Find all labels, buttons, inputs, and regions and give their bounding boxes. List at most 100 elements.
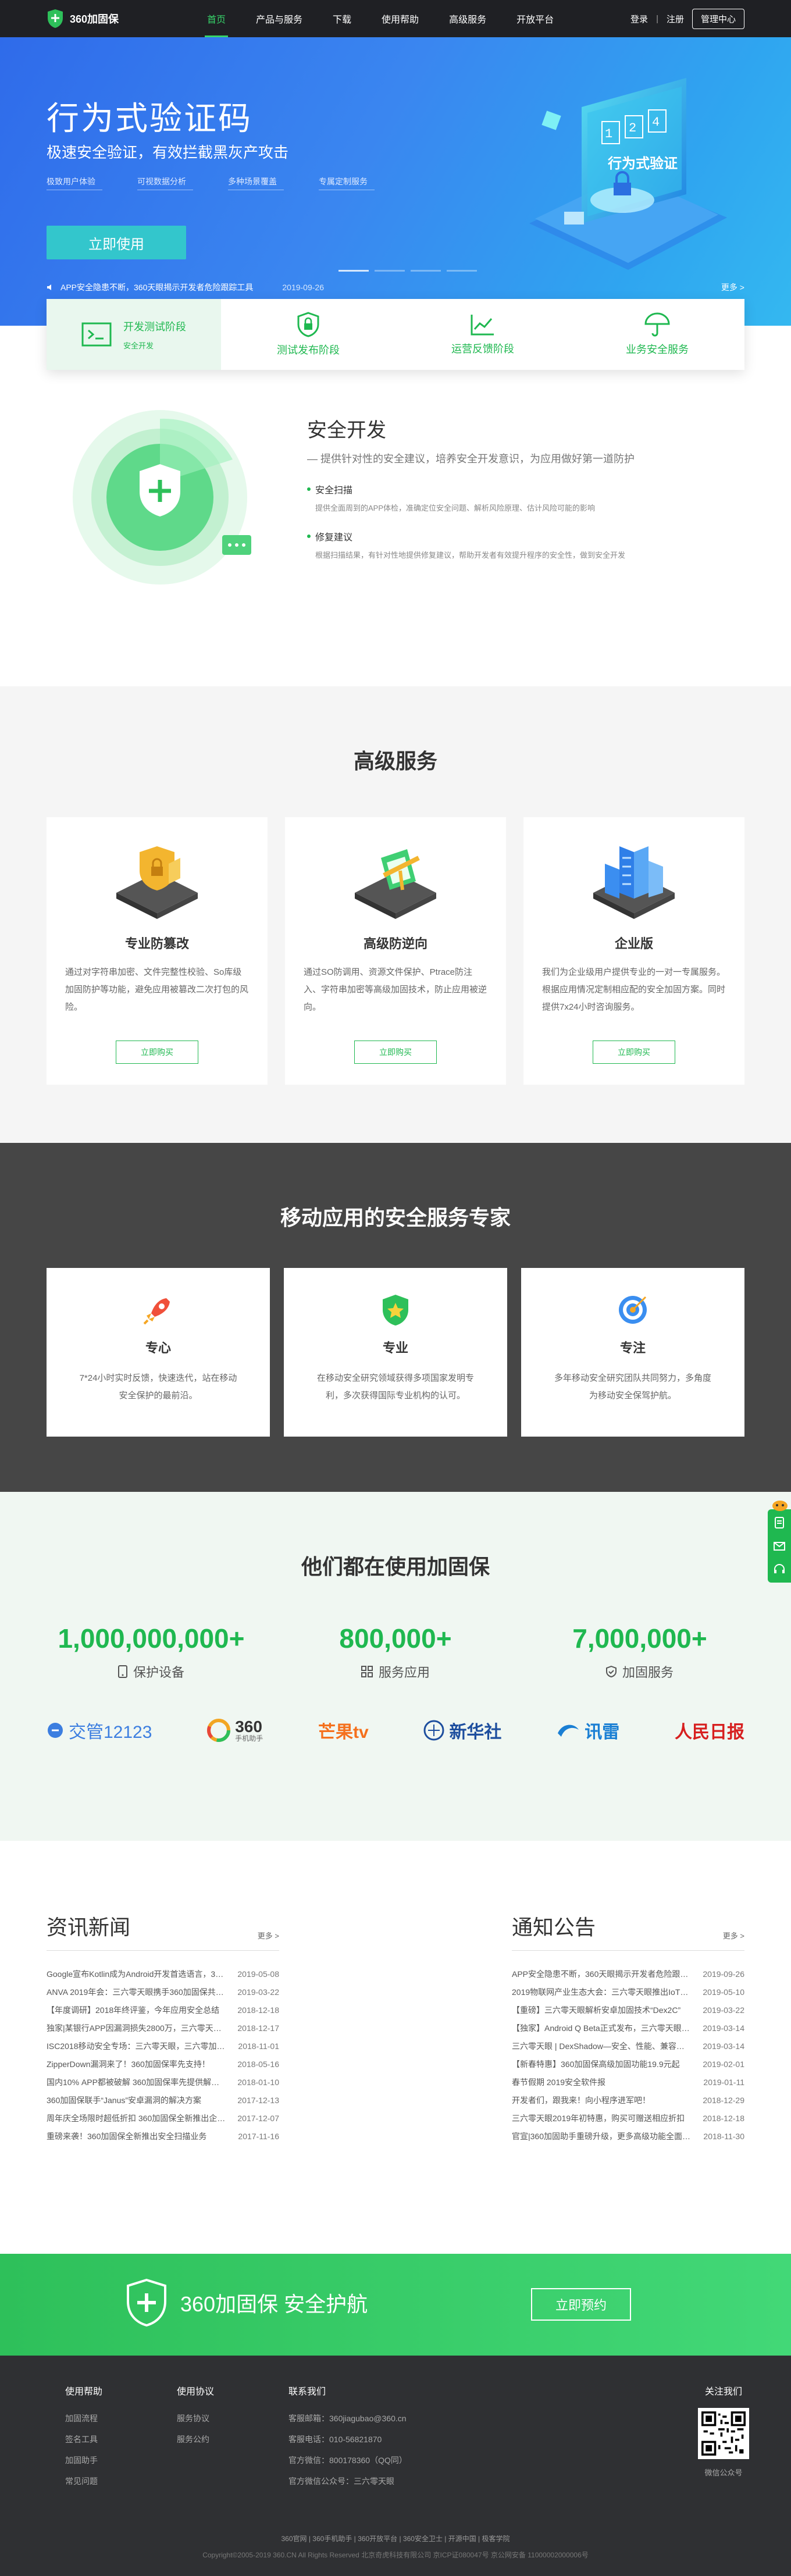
buy-button[interactable]: 立即购买 <box>593 1041 675 1064</box>
news-item[interactable]: 周年庆全场限时超低折扣 360加固保全新推出企业版 2017-12-07 <box>47 2109 279 2127</box>
notices-item-date: 2019-02-01 <box>703 2059 744 2069</box>
nav-download[interactable]: 下载 <box>318 0 366 37</box>
nav-open-platform[interactable]: 开放平台 <box>501 0 569 37</box>
partner-logo: 360 手机助手 <box>207 1713 263 1748</box>
notice-more-link[interactable]: 更多 > <box>723 1930 744 1941</box>
360-logo-icon <box>207 1719 231 1742</box>
footer-heading: 使用帮助 <box>65 2387 103 2397</box>
notices-item[interactable]: 【重磅】三六零天眼解析安卓加固技术“Dex2C” 2019-03-22 <box>512 2001 744 2019</box>
notice-text: APP安全隐患不断，360天眼揭示开发者危险跟踪工具 <box>60 283 254 292</box>
notices-item[interactable]: 开发者们，跟我来！向小程序进军吧！ 2018-12-29 <box>512 2091 744 2109</box>
headset-icon[interactable] <box>773 1563 786 1576</box>
news-item[interactable]: 【年度调研】2018年终评鉴，今年应用安全总结 2018-12-18 <box>47 2001 279 2019</box>
card-title: 专心 <box>145 1341 171 1355</box>
card-title: 专业 <box>382 1341 408 1355</box>
notices-item-date: 2018-12-29 <box>703 2095 744 2105</box>
hero-notice[interactable]: APP安全隐患不断，360天眼揭示开发者危险跟踪工具 2019-09-26 <box>47 282 324 293</box>
reserve-button[interactable]: 立即预约 <box>531 2288 631 2321</box>
partner-logo: 讯雷 <box>557 1713 619 1748</box>
register-link[interactable]: 注册 <box>667 13 684 25</box>
news-item[interactable]: 重磅来袭！360加固保全新推出安全扫描业务 2017-11-16 <box>47 2127 279 2145</box>
carousel-dot[interactable] <box>447 270 477 272</box>
notices-item[interactable]: 三六零天眼 | DexShadow—安全、性能、兼容的加固方案 2019-03-1… <box>512 2037 744 2055</box>
notices-item[interactable]: 官宣|360加固助手重磅升级，更多高级功能全面开放 2018-11-30 <box>512 2127 744 2145</box>
login-link[interactable]: 登录 <box>630 13 648 25</box>
logo[interactable]: 360加固保 <box>47 9 151 28</box>
footer-link[interactable]: 加固助手 <box>65 2450 102 2471</box>
hero-cta-button[interactable]: 立即使用 <box>47 226 186 259</box>
value-card: 专心 7*24小时实时反馈，快速迭代，站在移动安全保护的最前沿。 <box>47 1268 270 1437</box>
screen-text: 行为式验证 <box>607 155 678 172</box>
hero-subtitle: 极速安全验证，有效拦截黑灰产攻击 <box>47 144 289 161</box>
notice-list: APP安全隐患不断，360天眼揭示开发者危险跟踪工具 2019-09-26 2019… <box>512 1965 744 2145</box>
carousel-dot[interactable] <box>411 270 441 272</box>
news-item-date: 2018-12-18 <box>237 2005 279 2015</box>
footer-heading: 联系我们 <box>288 2387 326 2397</box>
news-item[interactable]: ISC2018移动安全专场：三六零天眼，三六零加固保 2018-11-01 <box>47 2037 279 2055</box>
notices-item[interactable]: 三六零天眼2019年初特惠，购买可赠送相应折扣 2018-12-18 <box>512 2109 744 2127</box>
news-item[interactable]: ANVA 2019年会：三六零天眼携手360加固保共建移动应用生态 2019-03… <box>47 1983 279 2001</box>
tab-test-release[interactable]: 测试发布阶段 <box>221 299 396 370</box>
footer-column: 联系我们 客服邮箱：360jiagubao@360.cn 客服电话：010-56… <box>288 2383 407 2492</box>
shield-check-icon <box>605 1666 617 1677</box>
stat-number: 800,000+ <box>339 1623 452 1654</box>
footer-link[interactable]: 常见问题 <box>65 2471 102 2492</box>
phone-icon <box>117 1665 127 1678</box>
tab-operations[interactable]: 运营反馈阶段 <box>396 299 570 370</box>
stat-item: 1,000,000,000+ 保护设备 <box>29 1623 273 1681</box>
notices-item-date: 2019-05-10 <box>703 1987 744 1997</box>
tab-label: 业务安全服务 <box>626 344 689 355</box>
buy-button[interactable]: 立即购买 <box>354 1041 437 1064</box>
document-icon[interactable] <box>773 1516 786 1529</box>
stat-number: 7,000,000+ <box>572 1623 707 1654</box>
notices-item[interactable]: 【独家】Android Q Beta正式发布，三六零天眼分析 2019-03-14 <box>512 2019 744 2037</box>
notices-item-date: 2018-11-30 <box>703 2131 744 2141</box>
news-item-date: 2018-05-16 <box>237 2059 279 2069</box>
hero-feature: 可视数据分析 <box>137 176 193 190</box>
tab-dev-test[interactable]: 开发测试阶段 安全开发 <box>47 299 221 370</box>
section-title: 移动应用的安全服务专家 <box>280 1206 511 1230</box>
notices-item[interactable]: 春节假期 2019安全软件报 2019-01-11 <box>512 2073 744 2091</box>
footer-link[interactable]: 服务公约 <box>177 2429 214 2450</box>
header-user: 登录 | 注册 管理中心 <box>630 8 744 29</box>
tab-business-security[interactable]: 业务安全服务 <box>570 299 744 370</box>
stat-label: 加固服务 <box>622 1665 674 1680</box>
news-item[interactable]: 独家|某银行APP因漏洞损失2800万，三六零天眼科普 2018-12-17 <box>47 2019 279 2037</box>
nav-advanced[interactable]: 高级服务 <box>434 0 501 37</box>
footer-link[interactable]: 加固流程 <box>65 2408 102 2429</box>
carousel-dots <box>339 270 477 272</box>
carousel-dot[interactable] <box>375 270 405 272</box>
separator: | <box>656 13 658 24</box>
hero-banner: 行为式验证码 极速安全验证，有效拦截黑灰产攻击 极致用户体验 可视数据分析 多种… <box>0 37 791 326</box>
expert-section: 移动应用的安全服务专家 专心 7*24小时实时反馈，快速迭代，站在移动安全保护的… <box>0 1143 791 1492</box>
section-title: 安全开发 <box>307 419 386 441</box>
notices-item[interactable]: APP安全隐患不断，360天眼揭示开发者危险跟踪工具 2019-09-26 <box>512 1965 744 1983</box>
anti-reverse-illustration <box>355 849 436 919</box>
service-card: 企业版 我们为企业级用户提供专业的一对一专属服务。根据应用情况定制相应配的安全加… <box>523 817 744 1085</box>
umbrella-icon <box>644 312 670 337</box>
news-item[interactable]: 国内10% APP都被破解 360加固保率先提供解决方案 2018-01-10 <box>47 2073 279 2091</box>
tab-subtitle: 安全开发 <box>123 341 154 350</box>
partner-logo: 新华社 <box>423 1713 501 1748</box>
card-desc: 多年移动安全研究团队共同努力，多角度为移动安全保驾护航。 <box>554 1373 711 1401</box>
console-button[interactable]: 管理中心 <box>692 8 744 29</box>
footer-link[interactable]: 签名工具 <box>65 2429 102 2450</box>
nav-products[interactable]: 产品与服务 <box>241 0 318 37</box>
notices-item[interactable]: 2019物联网产业生态大会：三六零天眼推出IoT安全 2019-05-10 <box>512 1983 744 2001</box>
news-more-link[interactable]: 更多 > <box>258 1930 279 1941</box>
news-item[interactable]: ZipperDown漏洞来了！360加固保率先支持！ 2018-05-16 <box>47 2055 279 2073</box>
mail-icon[interactable] <box>773 1540 786 1552</box>
nav-home[interactable]: 首页 <box>192 0 241 37</box>
footer-link[interactable]: 服务协议 <box>177 2408 214 2429</box>
carousel-dot[interactable] <box>339 270 369 272</box>
news-item[interactable]: 360加固保联手“Janus”安卓漏洞的解决方案 2017-12-13 <box>47 2091 279 2109</box>
notices-item[interactable]: 【新春特惠】360加固保高级加固功能19.9元起 2019-02-01 <box>512 2055 744 2073</box>
news-item[interactable]: Google宣布Kotlin成为Android开发首选语言，360加固保已全面支… <box>47 1965 279 1983</box>
buy-button[interactable]: 立即购买 <box>116 1041 198 1064</box>
footer-links[interactable]: 360官网 | 360手机助手 | 360开放平台 | 360安全卫士 | 开源… <box>0 2534 791 2543</box>
nav-help[interactable]: 使用帮助 <box>366 0 434 37</box>
news-item-date: 2017-11-16 <box>238 2131 279 2141</box>
notice-date: 2019-09-26 <box>282 283 324 292</box>
value-card: 专业 在移动安全研究领域获得多项国家发明专利，多次获得国际专业机构的认可。 <box>284 1268 507 1437</box>
tab-label: 运营反馈阶段 <box>451 343 514 355</box>
